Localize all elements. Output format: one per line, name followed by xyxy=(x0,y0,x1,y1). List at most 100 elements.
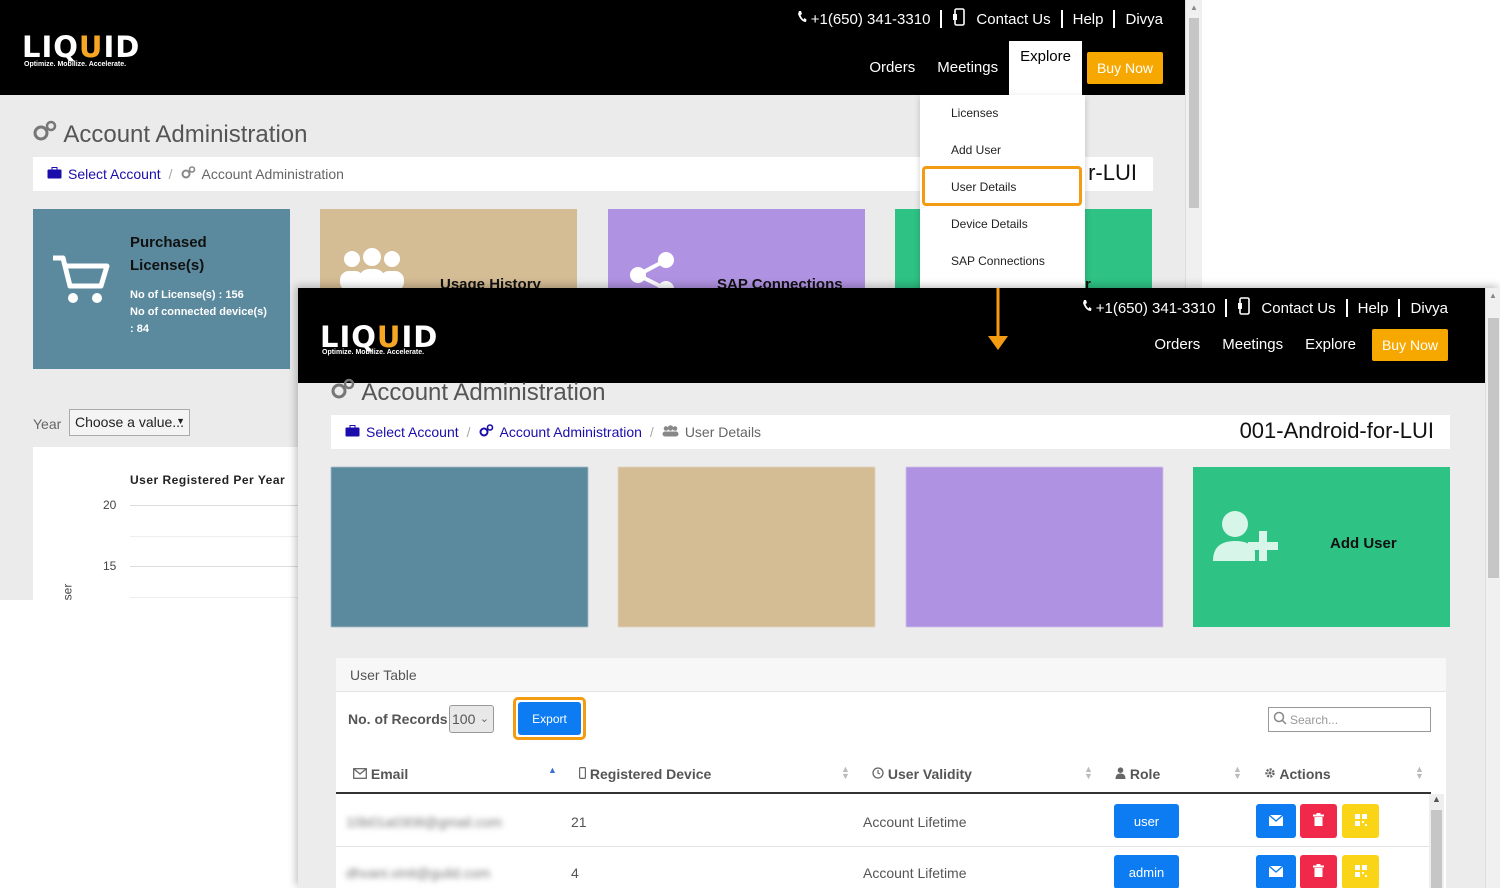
table-scrollbar[interactable]: ▲ xyxy=(1429,794,1444,888)
buy-now-button[interactable]: Buy Now xyxy=(1086,52,1163,84)
search-input[interactable]: Search... xyxy=(1268,707,1431,732)
nav-orders[interactable]: Orders xyxy=(1143,329,1211,361)
search-icon xyxy=(1273,711,1287,730)
email-action-button[interactable] xyxy=(1256,855,1296,888)
gears-icon xyxy=(181,166,196,182)
menu-item-device-details[interactable]: Device Details xyxy=(951,217,1028,231)
help-link[interactable]: Help xyxy=(1073,11,1104,28)
qr-code-icon xyxy=(1354,864,1367,880)
role-button[interactable]: admin xyxy=(1114,855,1179,888)
envelope-icon xyxy=(1268,813,1284,829)
account-name: 001-Android-for-LUI xyxy=(1239,418,1434,443)
year-select[interactable]: Choose a value... ▼ xyxy=(69,409,190,436)
row-email: 10b01a0308@gmail.com xyxy=(346,814,502,830)
breadcrumb: Select Account / Account Administration … xyxy=(331,415,1450,449)
delete-action-button[interactable] xyxy=(1300,804,1337,838)
logo-tagline: Optimize. Mobilize. Accelerate. xyxy=(24,61,127,68)
user-menu[interactable]: Divya xyxy=(1410,300,1448,317)
chart-title: User Registered Per Year xyxy=(130,473,286,487)
phone-number[interactable]: +1(650) 341-3310 xyxy=(811,11,931,28)
page-title: Account Administration xyxy=(32,120,307,149)
gears-icon xyxy=(330,378,356,407)
sort-icon[interactable]: ▲ ▼ xyxy=(1415,765,1424,781)
explore-dropdown-menu: Licenses Add User User Details Device De… xyxy=(920,95,1085,290)
sap-connections-tile[interactable] xyxy=(906,467,1163,627)
year-label: Year xyxy=(33,416,62,432)
foreground-scrollbar[interactable]: ▲ xyxy=(1485,288,1500,888)
user-icon xyxy=(1115,766,1126,782)
cart-icon xyxy=(51,254,111,311)
users-icon xyxy=(662,424,679,440)
main-nav: Orders Meetings Explore Buy Now xyxy=(1143,329,1448,361)
column-registered-device[interactable]: Registered Device xyxy=(579,766,711,782)
breadcrumb-current: Account Administration xyxy=(201,166,344,182)
phone-icon xyxy=(797,10,807,28)
column-user-validity[interactable]: User Validity xyxy=(872,766,972,782)
role-button[interactable]: user xyxy=(1114,804,1179,838)
add-user-tile[interactable]: Add User xyxy=(1193,467,1450,627)
foreground-window: LIQUID Optimize. Mobilize. Accelerate. +… xyxy=(298,288,1500,888)
gear-icon xyxy=(1264,766,1276,782)
envelope-icon xyxy=(1268,864,1284,880)
qr-code-action-button[interactable] xyxy=(1342,804,1379,838)
liquid-logo[interactable]: LIQUID xyxy=(22,30,140,64)
y-axis-label: ser xyxy=(60,583,75,600)
arrow-down-icon xyxy=(986,288,1010,354)
mobile-contact-icon xyxy=(1237,297,1251,319)
breadcrumb-select-account[interactable]: Select Account xyxy=(68,166,161,182)
envelope-icon xyxy=(353,766,367,782)
chevron-down-icon: ⌄ xyxy=(479,713,489,725)
nav-meetings[interactable]: Meetings xyxy=(926,52,1009,84)
nav-explore[interactable]: Explore xyxy=(1294,329,1367,361)
phone-number[interactable]: +1(650) 341-3310 xyxy=(1096,300,1216,317)
y-tick: 20 xyxy=(103,498,117,512)
records-select[interactable]: 100 ⌄ xyxy=(449,705,494,733)
email-action-button[interactable] xyxy=(1256,804,1296,838)
qr-code-action-button[interactable] xyxy=(1342,855,1379,888)
column-role[interactable]: Role xyxy=(1115,766,1160,782)
user-table-title: User Table xyxy=(336,658,1446,692)
mobile-icon xyxy=(579,766,587,782)
purchased-licenses-tile[interactable]: Purchased License(s) No of License(s) : … xyxy=(33,209,290,369)
contact-us-link[interactable]: Contact Us xyxy=(976,11,1050,28)
breadcrumb-select-account[interactable]: Select Account xyxy=(366,424,459,440)
menu-item-user-details[interactable]: User Details xyxy=(951,180,1016,194)
trash-icon xyxy=(1313,813,1324,829)
delete-action-button[interactable] xyxy=(1300,855,1337,888)
row-validity: Account Lifetime xyxy=(863,865,967,881)
row-devices: 21 xyxy=(571,814,587,830)
menu-item-licenses[interactable]: Licenses xyxy=(951,106,998,120)
breadcrumb-account-administration[interactable]: Account Administration xyxy=(500,424,642,440)
menu-item-sap-connections[interactable]: SAP Connections xyxy=(951,254,1045,268)
main-nav: Orders Meetings Explore Buy Now xyxy=(858,41,1163,95)
usage-history-tile[interactable] xyxy=(618,467,875,627)
column-email[interactable]: Email xyxy=(353,766,408,782)
header-bar: LIQUID Optimize. Mobilize. Accelerate. +… xyxy=(0,0,1185,95)
user-menu[interactable]: Divya xyxy=(1125,11,1163,28)
trash-icon xyxy=(1313,864,1324,880)
gears-icon xyxy=(32,120,58,149)
row-devices: 4 xyxy=(571,865,579,881)
contact-us-link[interactable]: Contact Us xyxy=(1261,300,1335,317)
menu-item-add-user[interactable]: Add User xyxy=(951,143,1001,157)
export-button[interactable]: Export xyxy=(518,702,581,735)
sort-icon[interactable]: ▲ ▼ xyxy=(1084,765,1093,781)
row-validity: Account Lifetime xyxy=(863,814,967,830)
briefcase-icon xyxy=(47,166,62,182)
nav-orders[interactable]: Orders xyxy=(858,52,926,84)
sort-icon[interactable]: ▲ ▼ xyxy=(1233,765,1242,781)
records-label: No. of Records: xyxy=(348,711,453,727)
briefcase-icon xyxy=(345,424,360,440)
page-title: Account Administration xyxy=(330,378,605,407)
buy-now-button[interactable]: Buy Now xyxy=(1371,329,1448,361)
sort-asc-icon[interactable]: ▲ xyxy=(548,765,557,775)
nav-explore-open[interactable]: Explore xyxy=(1009,41,1082,95)
top-links: +1(650) 341-3310 Contact Us Help Divya xyxy=(1082,297,1448,319)
qr-code-icon xyxy=(1354,813,1367,829)
nav-meetings[interactable]: Meetings xyxy=(1211,329,1294,361)
sort-icon[interactable]: ▲ ▼ xyxy=(841,765,850,781)
column-actions[interactable]: Actions xyxy=(1264,766,1331,782)
purchased-licenses-tile[interactable] xyxy=(331,467,588,627)
help-link[interactable]: Help xyxy=(1358,300,1389,317)
devices-count: : 84 xyxy=(130,323,149,335)
